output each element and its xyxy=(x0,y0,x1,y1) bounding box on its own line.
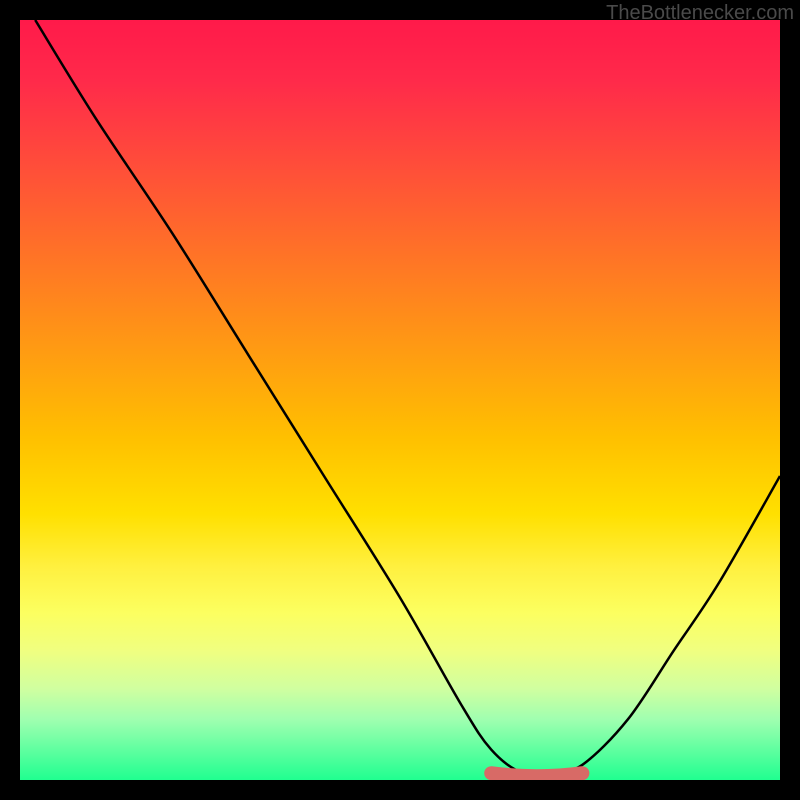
plot-area xyxy=(20,20,780,780)
chart-container: TheBottlenecker.com xyxy=(0,0,800,800)
chart-svg xyxy=(20,20,780,780)
bottleneck-curve xyxy=(35,20,780,774)
watermark-text: TheBottlenecker.com xyxy=(606,2,794,25)
optimal-range-marker xyxy=(491,773,582,776)
